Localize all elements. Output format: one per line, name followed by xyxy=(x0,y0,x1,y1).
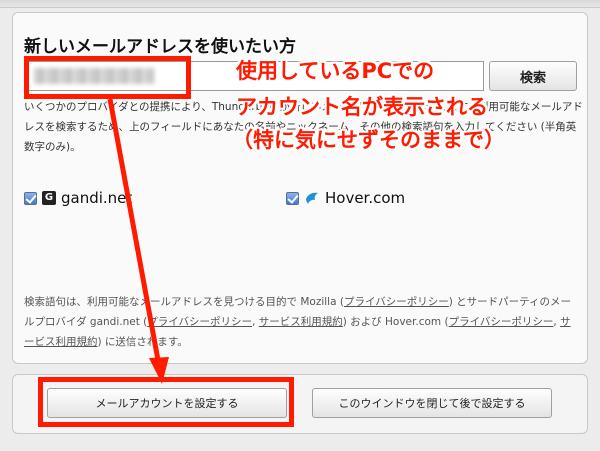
hover-label: Hover.com xyxy=(325,189,406,207)
separator: , xyxy=(252,316,259,328)
search-button[interactable]: 検索 xyxy=(489,61,577,91)
gandi-checkbox[interactable] xyxy=(24,191,37,205)
gandi-logo-icon: G xyxy=(42,191,56,205)
provider-hover[interactable]: Hover.com xyxy=(286,188,405,208)
section-heading: 新しいメールアドレスを使いたい方 xyxy=(24,37,296,57)
blurred-account-name xyxy=(34,68,154,84)
gandi-terms-link[interactable]: サービス利用規約 xyxy=(259,316,343,328)
window-top-edge xyxy=(0,0,600,8)
provider-gandi[interactable]: G gandi.net xyxy=(24,188,132,208)
annotation-line-2: アカウント名が表示される xyxy=(236,95,488,119)
privacy-text: ) および Hover.com ( xyxy=(342,316,449,328)
gandi-privacy-link[interactable]: プライバシーポリシー xyxy=(147,316,252,328)
privacy-text: ) に送信されます。 xyxy=(97,336,188,348)
privacy-text: 検索語句は、利用可能なメールアドレスを見つける目的で Mozilla ( xyxy=(24,296,344,308)
mozilla-privacy-link[interactable]: プライバシーポリシー xyxy=(344,296,449,308)
setup-mail-account-button[interactable]: メールアカウントを設定する xyxy=(47,388,287,418)
hover-checkbox[interactable] xyxy=(286,191,299,205)
hover-privacy-link[interactable]: プライバシーポリシー xyxy=(449,316,554,328)
hover-logo-icon xyxy=(306,192,318,204)
annotation-line-3: （特に気にせずそのままで） xyxy=(232,128,505,152)
annotation-line-1: 使用しているPCでの xyxy=(236,59,435,83)
close-window-button[interactable]: このウインドウを閉じて後で設定する xyxy=(312,388,552,418)
gandi-label: gandi.net xyxy=(61,189,133,207)
privacy-note: 検索語句は、利用可能なメールアドレスを見つける目的で Mozilla (プライバ… xyxy=(24,292,580,352)
